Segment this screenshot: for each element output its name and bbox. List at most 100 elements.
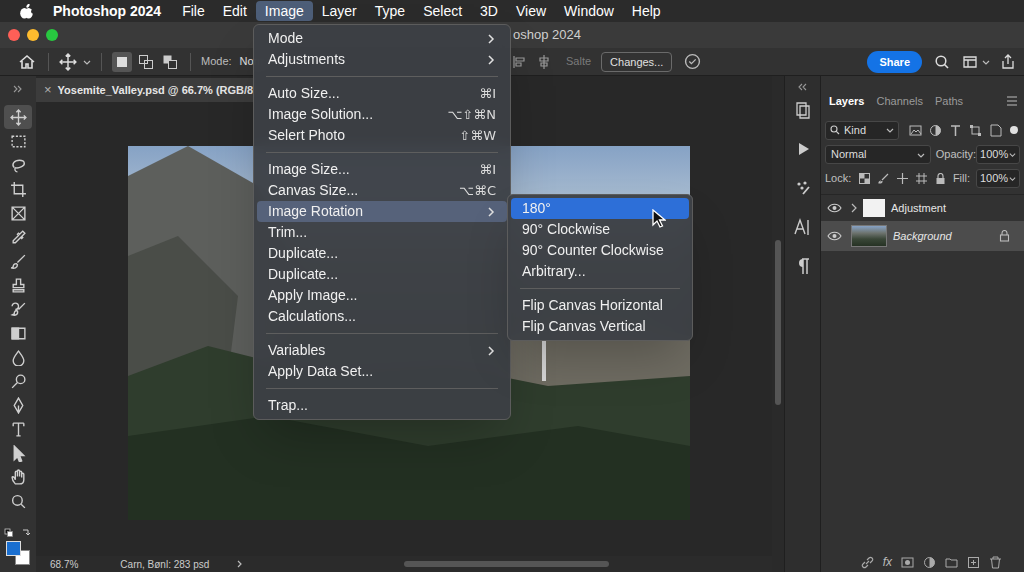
expand-toolbar-icon[interactable]	[13, 85, 23, 93]
layer-row[interactable]: Adjustment	[821, 195, 1024, 221]
tool-button[interactable]	[4, 177, 32, 201]
lock-pixels-icon[interactable]	[878, 173, 889, 184]
menu-item[interactable]: Apply Data Set...	[257, 361, 507, 382]
tool-button[interactable]	[4, 393, 32, 417]
selection-mode-button[interactable]	[136, 52, 156, 72]
apple-logo-icon[interactable]	[20, 4, 33, 19]
menu-item[interactable]: Trim...	[257, 222, 507, 243]
dropdown-chevron-icon[interactable]	[83, 58, 91, 66]
tool-button[interactable]	[4, 129, 32, 153]
layer-mask-icon[interactable]	[901, 556, 914, 569]
shape-filter-icon[interactable]	[969, 124, 982, 137]
menu-bar-item[interactable]: Type	[366, 1, 414, 21]
menu-item[interactable]: 90° Counter Clockwise	[511, 240, 689, 261]
menu-bar-item[interactable]: Select	[414, 1, 471, 21]
visibility-eye-icon[interactable]	[827, 230, 842, 242]
tool-button[interactable]	[4, 153, 32, 177]
align-center-icon[interactable]	[536, 54, 552, 70]
blend-mode-dropdown[interactable]: Normal	[825, 145, 931, 164]
zoom-window-button[interactable]	[46, 29, 58, 41]
menu-item[interactable]: Arbitrary...	[511, 261, 689, 282]
document-tab[interactable]: × Yosemite_Valley.psd @ 66.7% (RGB/8	[36, 78, 263, 102]
close-tab-button[interactable]: ×	[44, 80, 52, 100]
menu-item[interactable]: Image Rotation	[257, 201, 507, 222]
actions-play-icon[interactable]	[793, 139, 813, 159]
workspace-icon[interactable]	[962, 54, 978, 70]
tool-button[interactable]	[4, 321, 32, 345]
menu-item[interactable]: Auto Size...⌘I	[257, 83, 507, 104]
move-tool-icon[interactable]	[59, 53, 77, 71]
lock-position-icon[interactable]	[897, 173, 908, 184]
adjustment-filter-icon[interactable]	[929, 124, 942, 137]
workspace-chevron-icon[interactable]	[982, 58, 990, 66]
menu-item[interactable]: 180°	[511, 198, 689, 219]
layer-name[interactable]: Background	[893, 228, 952, 245]
filter-kind-dropdown[interactable]: Kind	[825, 121, 899, 140]
tool-button[interactable]	[4, 441, 32, 465]
menu-item[interactable]: Variables	[257, 340, 507, 361]
menu-item[interactable]: Flip Canvas Horizontal	[511, 295, 689, 316]
new-layer-icon[interactable]	[967, 556, 980, 569]
lock-artboard-icon[interactable]	[916, 173, 927, 184]
tool-button[interactable]	[4, 369, 32, 393]
menu-item[interactable]: Trap...	[257, 395, 507, 416]
search-icon[interactable]	[934, 54, 950, 70]
lock-all-icon[interactable]	[935, 173, 946, 184]
brush-settings-icon[interactable]	[793, 178, 813, 198]
tool-button[interactable]	[4, 249, 32, 273]
smart-object-filter-icon[interactable]	[989, 124, 1002, 137]
share-button[interactable]: Share	[867, 51, 922, 73]
menu-bar-item[interactable]: 3D	[471, 1, 507, 21]
tool-button[interactable]	[4, 225, 32, 249]
character-panel-icon[interactable]	[793, 217, 813, 237]
status-menu-chevron-icon[interactable]	[236, 560, 244, 568]
menu-bar-item[interactable]: File	[173, 1, 214, 21]
menu-item[interactable]: Calculations...	[257, 306, 507, 327]
menu-item[interactable]: 90° Clockwise	[511, 219, 689, 240]
menu-item[interactable]: Image Solution...⌥⇧⌘N	[257, 104, 507, 125]
new-group-icon[interactable]	[945, 556, 958, 569]
menu-bar-item[interactable]: Help	[623, 1, 670, 21]
filter-toggle[interactable]	[1010, 126, 1018, 134]
fill-field[interactable]: 100%	[976, 169, 1020, 188]
collapse-dock-icon[interactable]	[798, 83, 808, 91]
menu-item[interactable]: Duplicate...	[257, 243, 507, 264]
link-layers-icon[interactable]	[861, 556, 874, 569]
menu-item[interactable]: Adjustments	[257, 49, 507, 70]
tool-button[interactable]	[4, 273, 32, 297]
default-colors-icon[interactable]	[4, 528, 32, 538]
tool-button[interactable]	[4, 465, 32, 489]
zoom-level[interactable]: 68.7%	[36, 557, 78, 572]
layer-effects-button[interactable]: fx	[883, 553, 892, 571]
tool-button[interactable]	[4, 105, 32, 129]
tool-button[interactable]	[4, 297, 32, 321]
menu-item[interactable]: Flip Canvas Vertical	[511, 316, 689, 337]
history-panel-icon[interactable]	[793, 100, 813, 120]
menu-bar-item[interactable]: View	[507, 1, 555, 21]
tool-button[interactable]	[4, 201, 32, 225]
changes-button[interactable]: Changes...	[601, 52, 672, 72]
adjustment-layer-icon[interactable]	[923, 556, 936, 569]
menu-item[interactable]: Canvas Size...⌥⌘C	[257, 180, 507, 201]
tool-button[interactable]	[4, 489, 32, 513]
menu-bar-item[interactable]: Window	[555, 1, 623, 21]
menu-bar-item[interactable]: Edit	[214, 1, 256, 21]
menu-item[interactable]: Apply Image...	[257, 285, 507, 306]
visibility-eye-icon[interactable]	[827, 202, 842, 214]
horizontal-scrollbar-thumb[interactable]	[404, 561, 609, 567]
type-filter-icon[interactable]	[949, 124, 962, 137]
menu-item[interactable]: Duplicate...	[257, 264, 507, 285]
layer-row[interactable]: Background	[821, 221, 1024, 251]
tool-button[interactable]	[4, 417, 32, 441]
share-export-icon[interactable]	[1000, 54, 1016, 70]
layer-name[interactable]: Adjustment	[891, 200, 946, 217]
panel-tab[interactable]: Channels	[870, 93, 928, 110]
selection-mode-button[interactable]	[112, 52, 132, 72]
menu-bar-item[interactable]: Image	[256, 1, 313, 21]
menu-item[interactable]: Selert Photo⇧⌘W	[257, 125, 507, 146]
vertical-scrollbar-thumb[interactable]	[775, 240, 781, 405]
home-icon[interactable]	[18, 53, 36, 71]
align-left-icon[interactable]	[512, 54, 528, 70]
tool-button[interactable]	[4, 345, 32, 369]
menu-bar-item[interactable]: Layer	[313, 1, 366, 21]
